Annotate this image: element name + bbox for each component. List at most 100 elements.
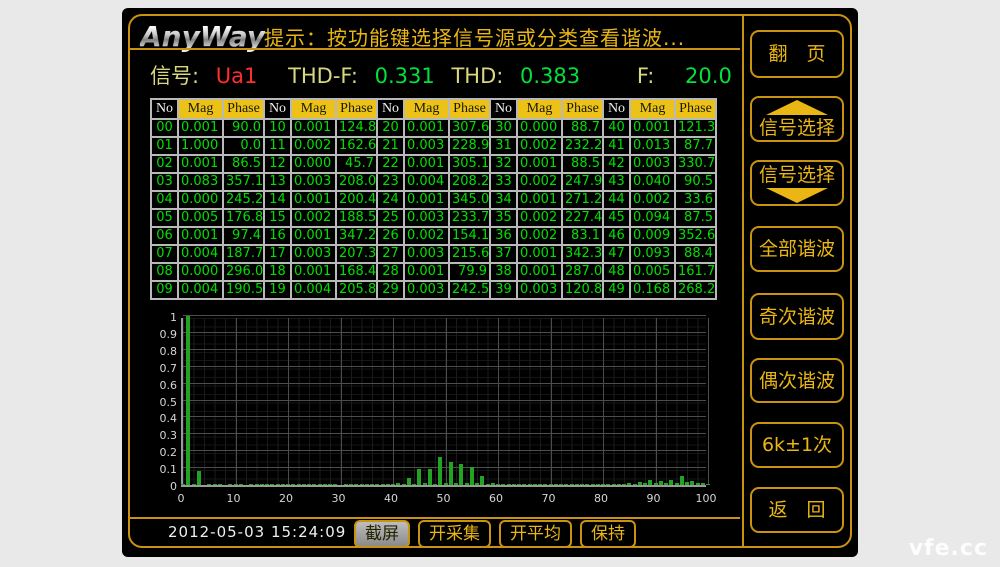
6k-plus-minus-1-button[interactable]: 6k±1次	[750, 422, 844, 468]
cell-phase: 215.6	[449, 245, 490, 263]
harmonic-bar-62	[507, 484, 511, 485]
button-label: 信号选择	[759, 164, 835, 186]
cell-phase: 228.9	[449, 137, 490, 155]
screenshot-button[interactable]: 截屏	[354, 520, 410, 548]
cell-phase: 168.4	[336, 263, 377, 281]
cell-phase: 345.0	[449, 191, 490, 209]
x-axis-tick-label: 100	[691, 492, 721, 505]
harmonic-bar-55	[470, 467, 474, 485]
even-harmonics-button[interactable]: 偶次谐波	[750, 358, 844, 403]
cell-no: 30	[490, 119, 517, 137]
page-flip-button[interactable]: 翻 页	[750, 30, 844, 78]
cell-no: 25	[377, 209, 404, 227]
cell-no: 11	[264, 137, 291, 155]
harmonic-bar-63	[512, 484, 516, 485]
sidebar-divider	[742, 16, 744, 546]
harmonic-bar-27	[323, 484, 327, 485]
harmonic-bar-75	[575, 484, 579, 485]
harmonic-bar-18	[276, 484, 280, 485]
cell-no: 24	[377, 191, 404, 209]
cell-phase: 83.1	[562, 227, 603, 245]
odd-harmonics-button[interactable]: 奇次谐波	[750, 293, 844, 340]
cell-no: 40	[603, 119, 630, 137]
button-label: 信号选择	[759, 117, 835, 139]
signal-select-up-button[interactable]: 信号选择	[750, 96, 844, 142]
cell-phase: 307.6	[449, 119, 490, 137]
cell-no: 09	[151, 281, 178, 299]
cell-mag: 1.000	[178, 137, 223, 155]
cell-no: 05	[151, 209, 178, 227]
hold-button[interactable]: 保持	[580, 520, 636, 548]
gridline-horizontal	[183, 467, 706, 468]
harmonic-table-head: NoMagPhaseNoMagPhaseNoMagPhaseNoMagPhase…	[151, 99, 716, 119]
all-harmonics-button[interactable]: 全部谐波	[750, 226, 844, 272]
cell-no: 06	[151, 227, 178, 245]
watermark: vfe.cc	[909, 536, 988, 561]
cell-no: 29	[377, 281, 404, 299]
cell-mag: 0.013	[630, 137, 675, 155]
cell-phase: 357.1	[223, 173, 264, 191]
cell-mag: 0.093	[630, 245, 675, 263]
return-button[interactable]: 返 回	[750, 487, 844, 533]
gridline-vertical	[498, 318, 499, 485]
harmonic-bar-21	[291, 484, 295, 485]
cell-mag: 0.005	[630, 263, 675, 281]
cell-no: 33	[490, 173, 517, 191]
button-label: 翻 页	[768, 43, 825, 65]
harmonic-bar-60	[496, 484, 500, 485]
cell-no: 00	[151, 119, 178, 137]
cell-mag: 0.001	[517, 191, 562, 209]
harmonic-bar-98	[696, 483, 700, 485]
signal-select-down-button[interactable]: 信号选择	[750, 160, 844, 206]
harmonic-bar-10	[234, 484, 238, 485]
start-average-button[interactable]: 开平均	[499, 520, 572, 548]
harmonic-bar-49	[438, 457, 442, 485]
cell-no: 26	[377, 227, 404, 245]
harmonic-bar-69	[543, 484, 547, 485]
harmonic-bar-74	[570, 484, 574, 485]
cell-mag: 0.001	[517, 245, 562, 263]
cell-no: 27	[377, 245, 404, 263]
harmonic-bar-78	[591, 484, 595, 485]
column-header-mag: Mag	[630, 99, 675, 119]
cell-mag: 0.004	[178, 281, 223, 299]
harmonic-bar-34	[360, 484, 364, 485]
gridline-horizontal	[183, 315, 706, 316]
harmonic-bar-15	[260, 484, 264, 485]
harmonic-bar-71	[554, 484, 558, 485]
column-header-phase: Phase	[336, 99, 377, 119]
cell-no: 03	[151, 173, 178, 191]
cell-no: 43	[603, 173, 630, 191]
table-row: 020.00186.5120.00045.7220.001305.1320.00…	[151, 155, 716, 173]
harmonic-bar-57	[480, 476, 484, 485]
y-axis-tick-label: 0.5	[147, 396, 177, 409]
cell-no: 47	[603, 245, 630, 263]
cell-phase: 242.5	[449, 281, 490, 299]
harmonic-bar-47	[428, 469, 432, 485]
cell-mag: 0.003	[404, 281, 449, 299]
cell-phase: 330.7	[675, 155, 716, 173]
cell-no: 37	[490, 245, 517, 263]
cell-no: 46	[603, 227, 630, 245]
cell-mag: 0.001	[404, 119, 449, 137]
harmonic-bar-91	[659, 481, 663, 485]
cell-no: 28	[377, 263, 404, 281]
harmonic-bar-7	[218, 484, 222, 485]
harmonic-bar-56	[475, 483, 479, 485]
thd-value: 0.383	[520, 64, 580, 88]
harmonic-bar-16	[265, 484, 269, 485]
harmonic-bar-64	[517, 484, 521, 485]
harmonic-bar-26	[318, 484, 322, 485]
cell-phase: 268.2	[675, 281, 716, 299]
cell-no: 02	[151, 155, 178, 173]
cell-no: 08	[151, 263, 178, 281]
x-axis-tick-label: 30	[324, 492, 354, 505]
harmonic-bar-100	[706, 484, 710, 485]
cell-phase: 208.2	[449, 173, 490, 191]
harmonic-bar-73	[564, 484, 568, 485]
start-acquire-button[interactable]: 开采集	[418, 520, 491, 548]
harmonic-bar-22	[297, 484, 301, 485]
cell-mag: 0.005	[178, 209, 223, 227]
cell-mag: 0.000	[517, 119, 562, 137]
cell-no: 41	[603, 137, 630, 155]
